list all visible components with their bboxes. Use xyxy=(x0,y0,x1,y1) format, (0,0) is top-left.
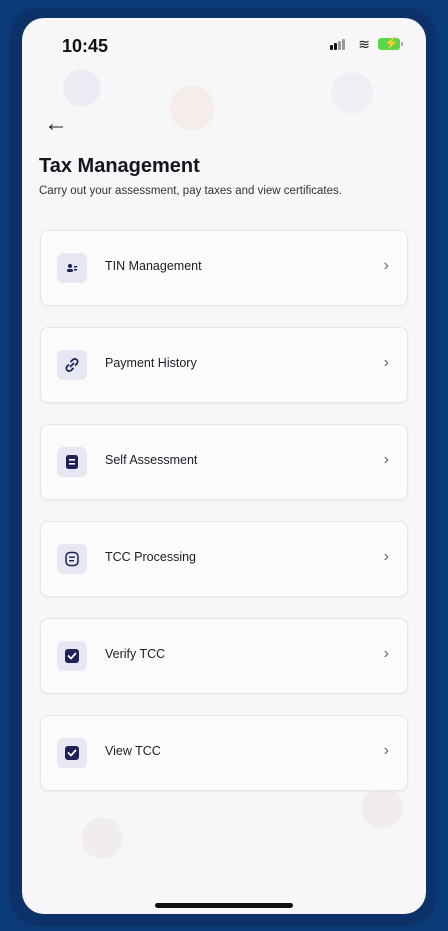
status-bar: 10:45 ≋ ⚡ xyxy=(22,18,426,70)
chevron-right-icon: › xyxy=(383,354,389,371)
battery-icon: ⚡ xyxy=(378,36,403,50)
page-subtitle: Carry out your assessment, pay taxes and… xyxy=(39,185,342,197)
status-icons: ≋ ⚡ xyxy=(330,36,403,52)
signal-icon xyxy=(330,38,350,50)
page-title: Tax Management xyxy=(39,155,200,177)
chevron-right-icon: › xyxy=(383,548,389,565)
document-icon xyxy=(57,447,87,477)
menu-item-label: View TCC xyxy=(105,744,161,758)
menu-item-tcc-processing[interactable]: TCC Processing › xyxy=(40,521,408,597)
menu-item-label: Verify TCC xyxy=(105,647,166,661)
app-screen: 10:45 ≋ ⚡ ← Tax Management Carry out you… xyxy=(22,18,426,914)
link-icon xyxy=(57,350,87,380)
menu-item-self-assessment[interactable]: Self Assessment › xyxy=(40,424,408,500)
chevron-right-icon: › xyxy=(383,451,389,468)
menu-item-view-tcc[interactable]: View TCC › xyxy=(40,715,408,791)
checkbox-icon xyxy=(57,738,87,768)
chevron-right-icon: › xyxy=(383,742,389,759)
back-arrow-icon[interactable]: ← xyxy=(44,110,76,138)
device-frame: 10:45 ≋ ⚡ ← Tax Management Carry out you… xyxy=(10,8,436,926)
menu-item-label: TCC Processing xyxy=(105,550,196,564)
menu-item-label: Payment History xyxy=(105,356,197,370)
wifi-icon: ≋ xyxy=(358,36,370,52)
menu-item-label: Self Assessment xyxy=(105,453,198,467)
checkbox-icon xyxy=(57,641,87,671)
chevron-right-icon: › xyxy=(383,257,389,274)
menu-item-verify-tcc[interactable]: Verify TCC › xyxy=(40,618,408,694)
id-card-icon xyxy=(57,253,87,283)
menu-item-payment-history[interactable]: Payment History › xyxy=(40,327,408,403)
document-outline-icon xyxy=(57,544,87,574)
status-time: 10:45 xyxy=(62,36,109,56)
home-indicator[interactable] xyxy=(155,903,293,908)
menu-item-tin-management[interactable]: TIN Management › xyxy=(40,230,408,306)
chevron-right-icon: › xyxy=(383,645,389,662)
menu-item-label: TIN Management xyxy=(105,259,202,273)
